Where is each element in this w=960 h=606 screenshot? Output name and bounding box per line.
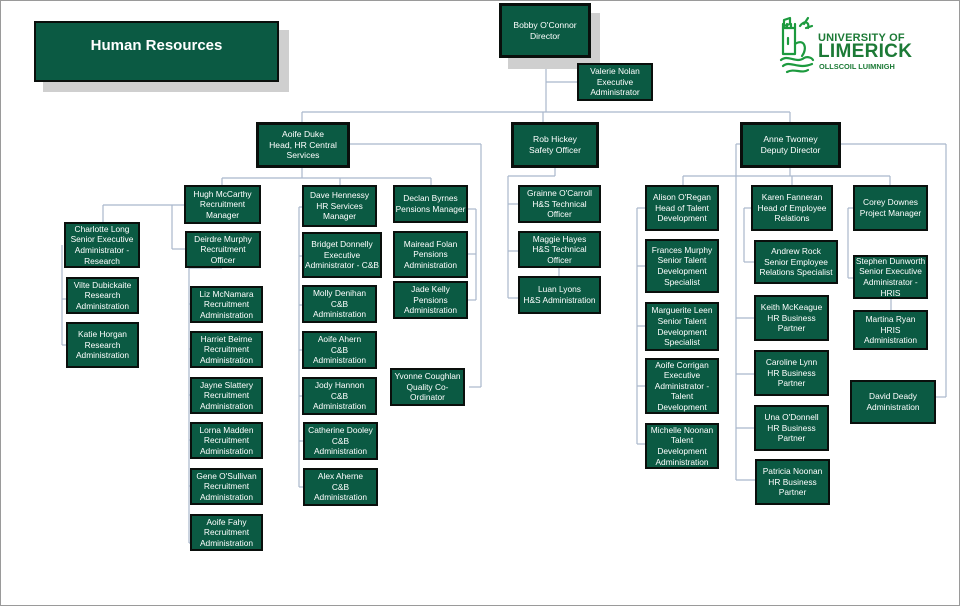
node-senior-exec-admin-hris[interactable]: Stephen Dunworth Senior Executive Admini… [853,255,928,299]
node-head-hr-central-services[interactable]: Aoife Duke Head, HR Central Services [256,122,350,168]
node-hr-business-partner[interactable]: Caroline Lynn HR Business Partner [754,350,829,396]
node-head-talent-development[interactable]: Alison O'Regan Head of Talent Developmen… [645,185,719,231]
page-title: Human Resources [34,21,279,82]
node-hs-technical-officer[interactable]: Grainne O'Carroll H&S Technical Officer [518,185,601,223]
node-cb-admin[interactable]: Alex Aherne C&B Administration [303,468,378,506]
node-recruitment-officer[interactable]: Deirdre Murphy Recruitment Officer [185,231,261,268]
node-director[interactable]: Bobby O'Connor Director [499,3,591,58]
node-pensions-admin[interactable]: Mairead Folan Pensions Administration [393,231,468,278]
node-recruitment-admin[interactable]: Jayne Slattery Recruitment Administratio… [190,377,263,414]
node-cb-admin[interactable]: Jody Hannon C&B Administration [302,377,377,415]
node-recruitment-admin[interactable]: Lorna Madden Recruitment Administration [190,422,263,459]
node-cb-admin[interactable]: Molly Denihan C&B Administration [302,285,377,323]
node-pensions-manager[interactable]: Declan Byrnes Pensions Manager [393,185,468,223]
node-hr-services-manager[interactable]: Dave Hennessy HR Services Manager [302,185,377,227]
node-senior-talent-specialist[interactable]: Frances Murphy Senior Talent Development… [645,239,719,293]
node-executive-administrator[interactable]: Valerie Nolan Executive Administrator [577,63,653,101]
node-administration[interactable]: David Deady Administration [850,380,936,424]
node-senior-er-specialist[interactable]: Andrew Rock Senior Employee Relations Sp… [754,240,838,284]
castle-crest-icon [779,16,815,74]
node-hs-technical-officer[interactable]: Maggie Hayes H&S Technical Officer [518,231,601,268]
node-hris-admin[interactable]: Martina Ryan HRIS Administration [853,310,928,350]
node-exec-admin-cb[interactable]: Bridget Donnelly Executive Administrator… [302,232,382,278]
logo-text-line3: OLLSCOIL LUIMNIGH [819,62,895,71]
node-hr-business-partner[interactable]: Keith McKeague HR Business Partner [754,295,829,341]
node-hs-admin[interactable]: Luan Lyons H&S Administration [518,276,601,314]
node-cb-admin[interactable]: Catherine Dooley C&B Administration [303,422,378,460]
node-recruitment-admin[interactable]: Aoife Fahy Recruitment Administration [190,514,263,551]
node-project-manager[interactable]: Corey Downes Project Manager [853,185,928,231]
university-logo: UNIVERSITY OF LIMERICK OLLSCOIL LUIMNIGH [778,14,938,76]
node-research-admin[interactable]: Vilte Dubickaite Research Administration [66,277,139,314]
node-hr-business-partner[interactable]: Patricia Noonan HR Business Partner [755,459,830,505]
node-deputy-director[interactable]: Anne Twomey Deputy Director [740,122,841,168]
node-quality-coordinator[interactable]: Yvonne Coughlan Quality Co- Ordinator [390,368,465,406]
node-exec-admin-talent[interactable]: Aoife Corrigan Executive Administrator -… [645,358,719,414]
node-talent-admin[interactable]: Michelle Noonan Talent Development Admin… [645,423,719,469]
node-safety-officer[interactable]: Rob Hickey Safety Officer [511,122,599,168]
node-pensions-admin[interactable]: Jade Kelly Pensions Administration [393,281,468,319]
node-recruitment-manager[interactable]: Hugh McCarthy Recruitment Manager [184,185,261,224]
node-recruitment-admin[interactable]: Liz McNamara Recruitment Administration [190,286,263,323]
node-cb-admin[interactable]: Aoife Ahern C&B Administration [302,331,377,369]
node-hr-business-partner[interactable]: Una O'Donnell HR Business Partner [754,405,829,451]
node-senior-talent-specialist[interactable]: Marguerite Leen Senior Talent Developmen… [645,302,719,351]
logo-text-line2: LIMERICK [818,41,913,62]
node-head-employee-relations[interactable]: Karen Fanneran Head of Employee Relation… [751,185,833,231]
node-recruitment-admin[interactable]: Harriet Beirne Recruitment Administratio… [190,331,263,368]
node-recruitment-admin[interactable]: Gene O'Sullivan Recruitment Administrati… [190,468,263,505]
node-research-admin[interactable]: Katie Horgan Research Administration [66,322,139,368]
node-senior-exec-admin-research[interactable]: Charlotte Long Senior Executive Administ… [64,222,140,268]
